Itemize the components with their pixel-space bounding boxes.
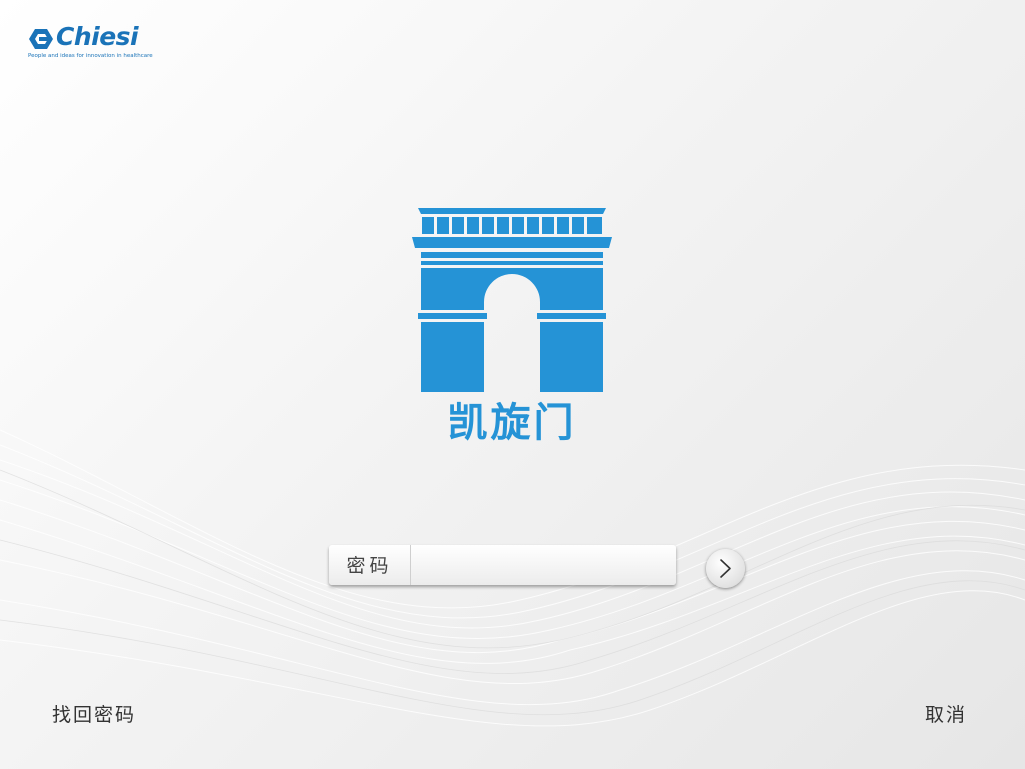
chevron-right-icon: [720, 559, 731, 578]
arc-de-triomphe-icon: [412, 208, 612, 392]
chiesi-logo-icon: [29, 29, 53, 49]
brand-name: Chiesi: [56, 22, 139, 51]
login-submit-button[interactable]: [706, 549, 745, 588]
password-field[interactable]: 密码: [329, 545, 676, 585]
app-title: 凯旋门: [447, 400, 577, 446]
brand-tagline: People and ideas for innovation in healt…: [28, 53, 153, 59]
cancel-button[interactable]: 取消: [925, 700, 967, 727]
password-input[interactable]: [411, 545, 672, 585]
forgot-password-link[interactable]: 找回密码: [52, 700, 136, 727]
password-label: 密码: [329, 545, 411, 585]
chiesi-logo: Chiesi People and ideas for innovation i…: [28, 22, 158, 66]
